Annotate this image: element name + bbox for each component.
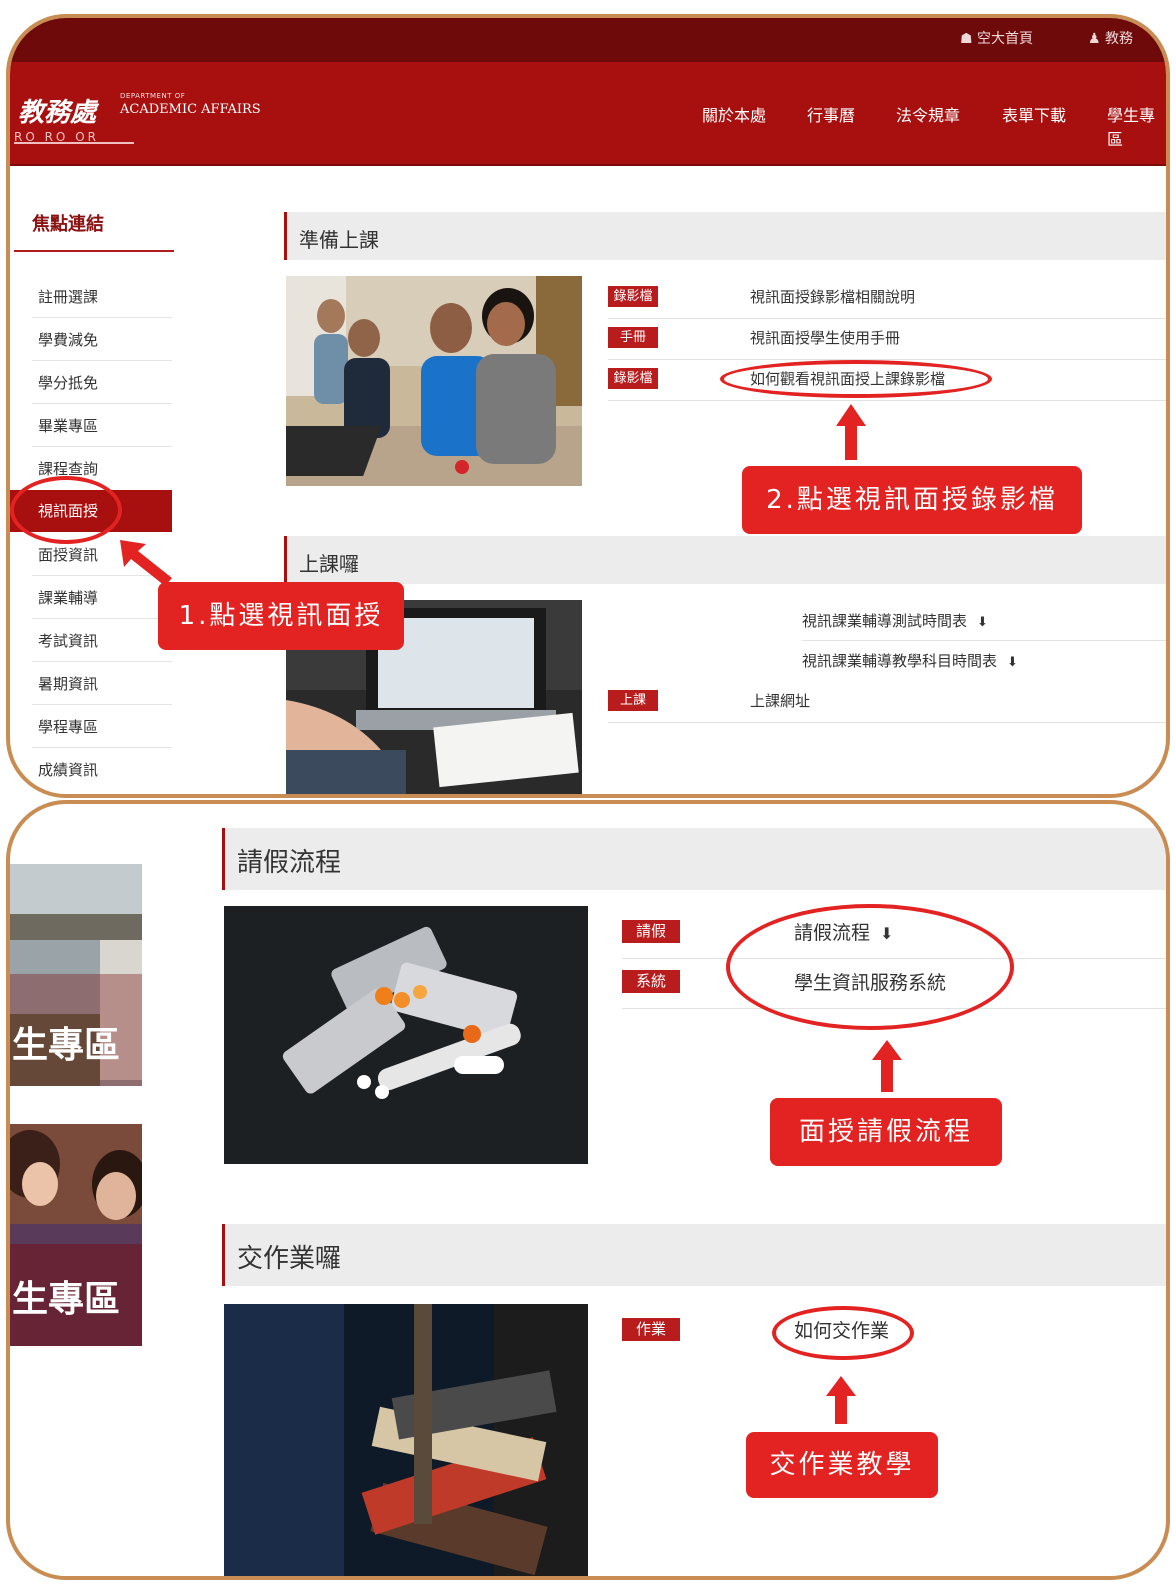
arrow-up-icon	[872, 1040, 902, 1092]
bottom-screenshot-frame: 生專區 生專區 請假流程 請假 請假流程 ⬇ 系統 學生資訊服務系統 交作業囉 …	[6, 800, 1170, 1580]
sidebar-item-tutoring[interactable]: 課業輔導	[38, 587, 98, 608]
divider	[608, 722, 1166, 723]
sidebar-item-graduation[interactable]: 畢業專區	[38, 415, 98, 436]
section-header-prepare: 準備上課	[284, 212, 1166, 260]
link-student-manual[interactable]: 視訊面授學生使用手冊	[750, 327, 900, 348]
tag-system: 系統	[622, 970, 680, 993]
books-photo	[224, 1304, 588, 1576]
annotation-step1: 1.點選視訊面授	[158, 582, 404, 650]
nav-forms[interactable]: 表單下載	[1002, 102, 1066, 126]
arrow-up-icon	[836, 404, 866, 460]
main-header: 教務處 DEPARTMENT OF ACADEMIC AFFAIRS RO RO…	[10, 62, 1166, 166]
logo-underline: RO RO OR	[14, 130, 134, 144]
divider	[32, 317, 172, 318]
link-class-url[interactable]: 上課網址	[750, 690, 810, 711]
divider	[32, 446, 172, 447]
utility-bar: ☗ 空大首頁 ♟ 教務	[10, 18, 1166, 62]
tag-class: 上課	[608, 690, 658, 711]
arrow-up-left-icon	[120, 540, 172, 586]
sidebar-item-exams[interactable]: 考試資訊	[38, 630, 98, 651]
section-title: 上課囉	[299, 552, 359, 576]
banner-label: 生專區	[12, 1025, 121, 1066]
sidebar-item-credit[interactable]: 學分抵免	[38, 372, 98, 393]
divider	[32, 403, 172, 404]
annotation-leave: 面授請假流程	[770, 1098, 1002, 1166]
sidebar-title-divider	[14, 250, 174, 252]
download-icon[interactable]: ⬇	[1007, 655, 1018, 670]
tag-leave: 請假	[622, 920, 680, 943]
sidebar-title: 焦點連結	[32, 214, 104, 235]
nav-regulations[interactable]: 法令規章	[896, 102, 960, 126]
medicine-photo	[224, 906, 588, 1164]
link-subject-schedule[interactable]: 視訊課業輔導教學科目時間表 ⬇	[802, 650, 1018, 671]
annotation-homework: 交作業教學	[746, 1432, 938, 1498]
divider	[32, 704, 172, 705]
logo-english: ACADEMIC AFFAIRS	[120, 102, 261, 117]
highlight-circle-leave	[726, 904, 1014, 1030]
tag-recording: 錄影檔	[608, 368, 658, 389]
sidebar-item-registration[interactable]: 註冊選課	[38, 286, 98, 307]
sidebar-item-grades[interactable]: 成績資訊	[38, 759, 98, 780]
login-link[interactable]: ♟ 教務	[1088, 28, 1133, 48]
logo-english-small: DEPARTMENT OF	[120, 92, 186, 100]
section-title: 交作業囉	[237, 1244, 342, 1274]
sidebar-item-summer[interactable]: 暑期資訊	[38, 673, 98, 694]
divider	[32, 360, 172, 361]
section-title: 準備上課	[299, 228, 379, 252]
highlight-circle-homework	[772, 1306, 914, 1360]
nav-students[interactable]: 學生專區	[1107, 102, 1166, 150]
divider	[32, 747, 172, 748]
arrow-up-icon	[826, 1376, 856, 1424]
top-screenshot-frame: ☗ 空大首頁 ♟ 教務 教務處 DEPARTMENT OF ACADEMIC A…	[6, 14, 1170, 798]
download-icon[interactable]: ⬇	[977, 615, 988, 630]
highlight-circle-recordings	[720, 360, 992, 398]
nav-calendar[interactable]: 行事曆	[807, 102, 855, 126]
banner-label: 生專區	[12, 1279, 121, 1320]
tag-recording: 錄影檔	[608, 286, 658, 307]
sidebar-item-class-info[interactable]: 面授資訊	[38, 544, 98, 565]
tag-manual: 手冊	[608, 327, 658, 348]
link-recording-info[interactable]: 視訊面授錄影檔相關說明	[750, 286, 915, 307]
divider	[802, 640, 1166, 641]
section-title: 請假流程	[237, 848, 342, 878]
section-header-class: 上課囉	[284, 536, 1166, 584]
students-laptop-photo	[286, 276, 582, 486]
sidebar-item-programs[interactable]: 學程專區	[38, 716, 98, 737]
highlight-circle-video-class	[10, 476, 122, 544]
section-header-leave: 請假流程	[222, 828, 1166, 890]
section-header-homework: 交作業囉	[222, 1224, 1166, 1286]
tag-homework: 作業	[622, 1318, 680, 1341]
sidebar-item-tuition[interactable]: 學費減免	[38, 329, 98, 350]
divider	[608, 318, 1166, 319]
divider	[32, 618, 172, 619]
home-link[interactable]: ☗ 空大首頁	[960, 28, 1033, 48]
divider	[32, 661, 172, 662]
nav-about[interactable]: 關於本處	[702, 102, 766, 126]
annotation-step2: 2.點選視訊面授錄影檔	[742, 466, 1082, 534]
logo-chinese[interactable]: 教務處	[18, 92, 96, 129]
divider	[608, 400, 1166, 401]
link-test-schedule[interactable]: 視訊課業輔導測試時間表 ⬇	[802, 610, 988, 631]
